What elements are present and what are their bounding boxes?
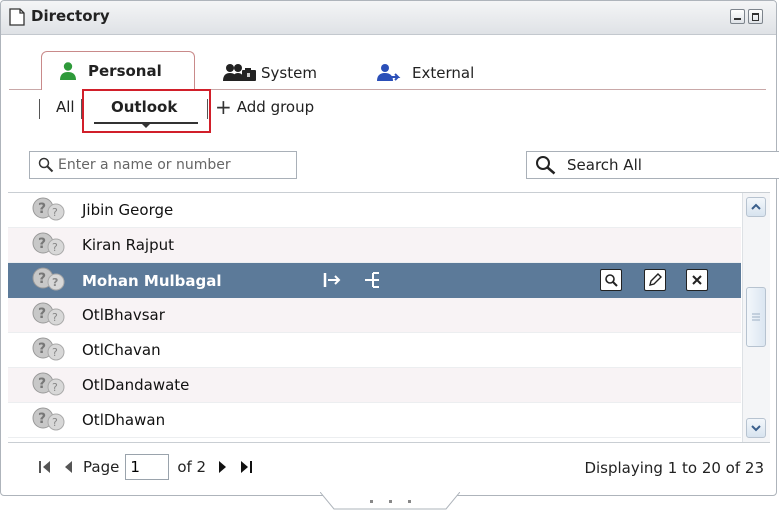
list-item[interactable]: ?? OtlDandawate xyxy=(8,368,741,403)
tab-personal[interactable]: Personal xyxy=(41,51,195,90)
svg-text:?: ? xyxy=(52,276,58,289)
list-item[interactable]: ?? OtlChavan xyxy=(8,333,741,368)
unknown-contact-icon: ?? xyxy=(32,232,70,262)
person-arrow-icon xyxy=(376,63,402,83)
subnav-divider xyxy=(39,99,40,119)
search-input[interactable] xyxy=(58,157,288,173)
prev-page-icon[interactable] xyxy=(65,461,73,473)
next-page-icon[interactable] xyxy=(218,461,227,473)
subnav-outlook[interactable]: Outlook xyxy=(111,98,177,116)
subnav-all[interactable]: All xyxy=(56,98,75,116)
search-icon xyxy=(535,155,557,175)
people-folder-icon xyxy=(223,63,257,83)
contact-list: ?? Jibin George ?? Kiran Rajput ?? Mohan… xyxy=(8,192,770,443)
directory-window: Directory Personal System External Searc… xyxy=(0,0,779,496)
contact-name: Jibin George xyxy=(82,201,174,219)
svg-text:?: ? xyxy=(52,311,58,324)
subnav-divider xyxy=(207,99,208,119)
unknown-contact-icon: ?? xyxy=(32,267,70,297)
title-bar: Directory xyxy=(1,1,776,35)
list-item[interactable]: ?? Jibin George xyxy=(8,193,741,228)
search-icon xyxy=(38,157,54,173)
window-title: Directory xyxy=(31,7,110,25)
svg-text:?: ? xyxy=(38,341,46,357)
unknown-contact-icon: ?? xyxy=(32,197,70,227)
scroll-down-button[interactable] xyxy=(746,418,766,438)
outlook-caret-icon xyxy=(141,123,151,128)
svg-text:?: ? xyxy=(38,201,46,217)
svg-text:?: ? xyxy=(38,306,46,322)
unknown-contact-icon: ?? xyxy=(32,407,70,437)
page-number-input[interactable] xyxy=(125,454,170,480)
person-green-icon xyxy=(58,61,78,81)
contact-name: OtlDandawate xyxy=(82,376,190,394)
page-of-label: of 2 xyxy=(177,458,207,476)
svg-text:?: ? xyxy=(52,381,58,394)
add-group-button[interactable]: + Add group xyxy=(215,95,315,119)
unknown-contact-icon: ?? xyxy=(32,372,70,402)
list-item[interactable]: ?? OtlBhavsar xyxy=(8,298,741,333)
pagination: Page of 2 xyxy=(39,452,253,482)
unknown-contact-icon: ?? xyxy=(32,302,70,332)
contact-name: OtlChavan xyxy=(82,341,161,359)
contact-name: OtlDhawan xyxy=(82,411,166,429)
page-label: Page xyxy=(83,458,120,476)
conference-icon[interactable] xyxy=(363,269,385,291)
tab-personal-label: Personal xyxy=(88,62,162,80)
maximize-button[interactable] xyxy=(748,9,763,24)
list-scrollbar[interactable] xyxy=(742,193,770,442)
contact-name: OtlBhavsar xyxy=(82,306,165,324)
list-item[interactable]: ?? Kiran Rajput xyxy=(8,228,741,263)
svg-text:?: ? xyxy=(38,271,46,287)
search-box[interactable] xyxy=(29,151,297,179)
svg-text:?: ? xyxy=(52,416,58,429)
tab-external[interactable]: External xyxy=(376,57,474,89)
minimize-button[interactable] xyxy=(730,9,745,24)
plus-icon: + xyxy=(215,95,232,119)
scroll-thumb[interactable] xyxy=(746,287,766,347)
svg-text:?: ? xyxy=(52,206,58,219)
directory-document-icon xyxy=(9,8,25,30)
tab-search-all[interactable]: Search All xyxy=(526,151,779,179)
tab-search-all-label: Search All xyxy=(567,156,642,174)
svg-text:?: ? xyxy=(52,241,58,254)
list-item[interactable]: ?? OtlDhawan xyxy=(8,403,741,438)
last-page-icon[interactable] xyxy=(240,460,253,474)
contact-name: Kiran Rajput xyxy=(82,236,174,254)
first-page-icon[interactable] xyxy=(39,460,51,474)
svg-text:?: ? xyxy=(52,346,58,359)
scroll-up-button[interactable] xyxy=(746,197,766,217)
add-group-label: Add group xyxy=(236,98,315,116)
tab-external-label: External xyxy=(412,64,475,82)
list-item-selected[interactable]: ?? Mohan Mulbagal xyxy=(8,263,741,298)
unknown-contact-icon: ?? xyxy=(32,337,70,367)
contact-name: Mohan Mulbagal xyxy=(82,271,222,290)
transfer-icon[interactable] xyxy=(320,269,342,291)
svg-text:?: ? xyxy=(38,411,46,427)
resize-grip[interactable] xyxy=(319,491,461,511)
tab-system[interactable]: System xyxy=(223,57,317,89)
svg-text:?: ? xyxy=(38,376,46,392)
edit-icon[interactable] xyxy=(644,269,666,291)
view-details-icon[interactable] xyxy=(600,269,622,291)
svg-text:?: ? xyxy=(38,236,46,252)
tab-system-label: System xyxy=(261,64,317,82)
displaying-count: Displaying 1 to 20 of 23 xyxy=(584,459,764,477)
delete-icon[interactable] xyxy=(686,269,708,291)
